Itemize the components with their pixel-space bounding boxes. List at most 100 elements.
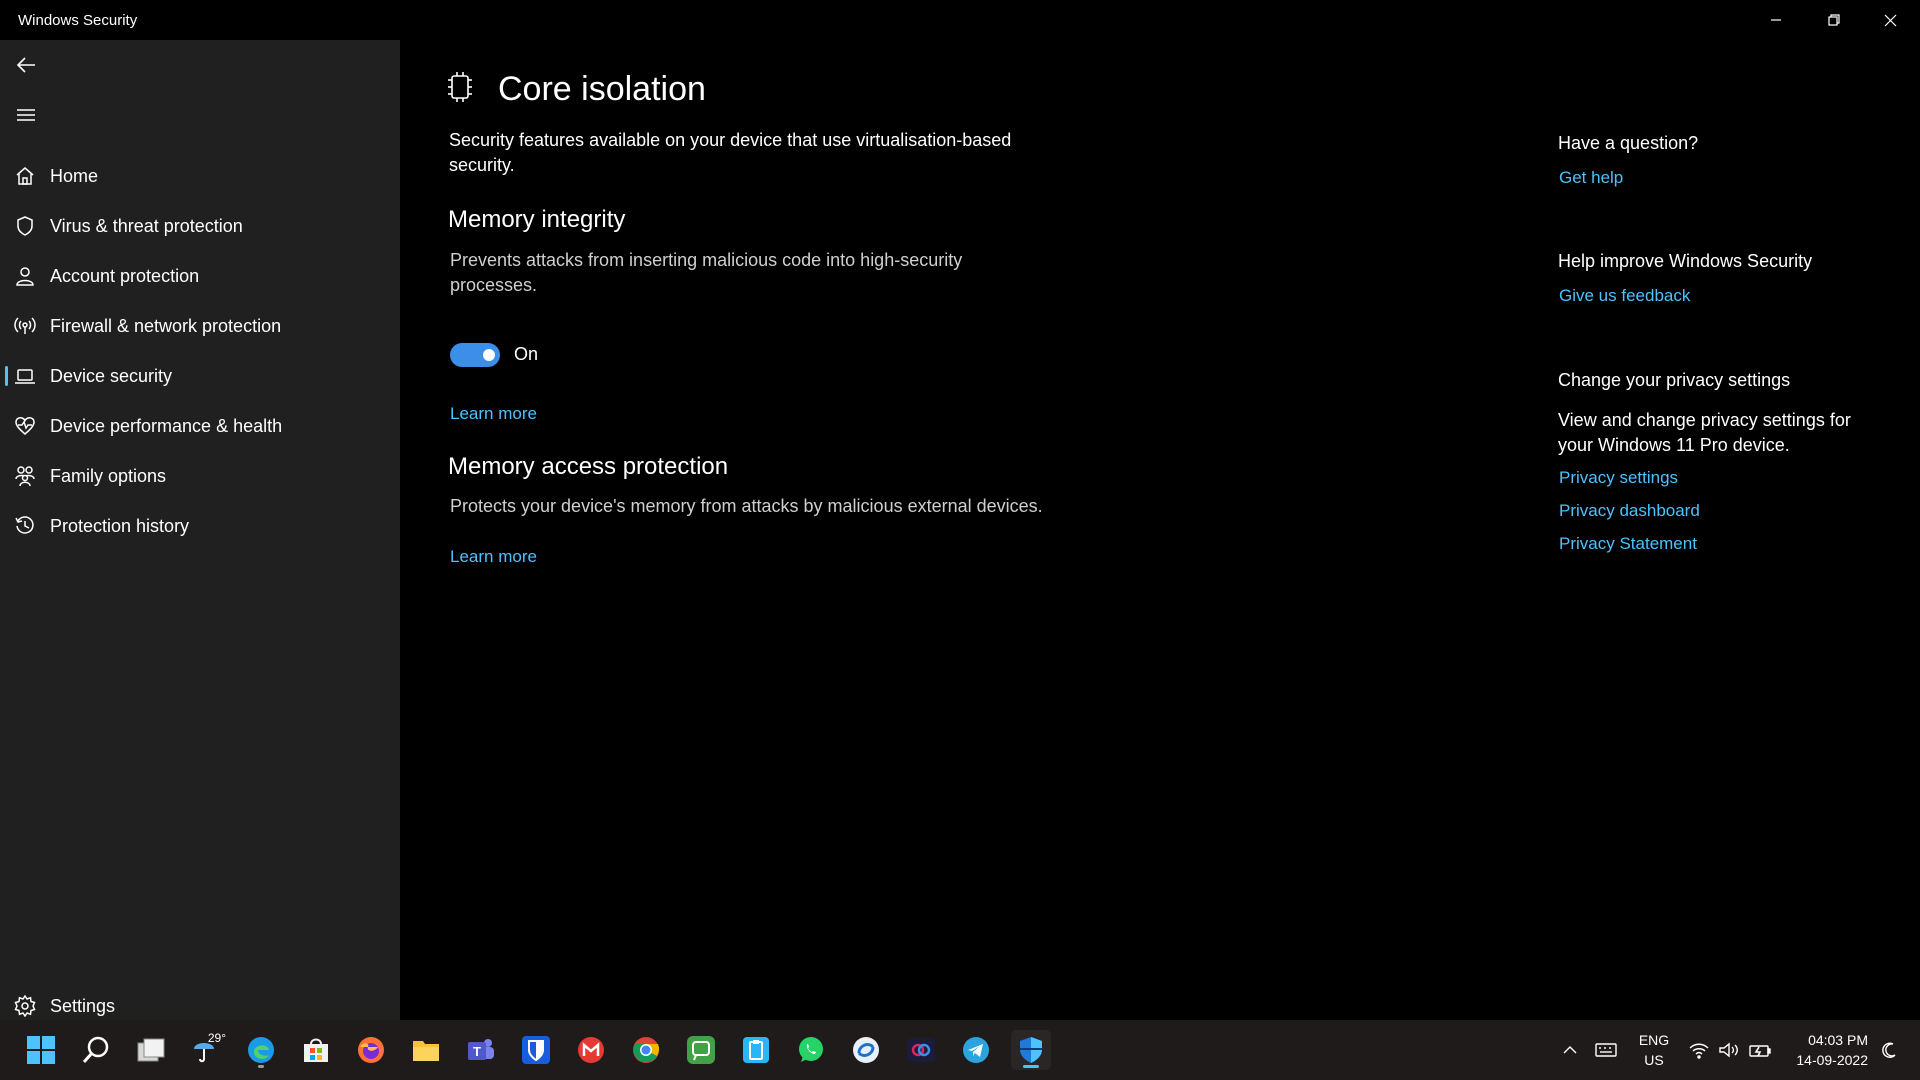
- memory-access-learn-more-link[interactable]: Learn more: [450, 547, 537, 567]
- taskbar-telegram[interactable]: [956, 1030, 996, 1070]
- taskbar-clipboard-app[interactable]: [736, 1030, 776, 1070]
- firefox-icon: [358, 1037, 384, 1063]
- sidebar-item-label: Account protection: [50, 265, 200, 286]
- close-button[interactable]: [1862, 0, 1918, 40]
- sidebar-item-label: Home: [50, 165, 99, 186]
- show-hidden-icons-button[interactable]: [1558, 1030, 1582, 1070]
- network-button[interactable]: [1686, 1030, 1712, 1070]
- restore-button[interactable]: [1806, 0, 1862, 40]
- sync-icon: [853, 1037, 879, 1063]
- settings-label: Settings: [50, 995, 116, 1016]
- home-icon: [14, 165, 36, 187]
- privacy-dashboard-link[interactable]: Privacy dashboard: [1559, 501, 1700, 521]
- sidebar-item-account[interactable]: Account protection: [0, 254, 400, 298]
- give-feedback-link[interactable]: Give us feedback: [1559, 286, 1690, 306]
- chip-icon: [448, 72, 472, 102]
- heart-pulse-icon: [14, 415, 36, 437]
- sidebar-item-virus-threat[interactable]: Virus & threat protection: [0, 204, 400, 248]
- sidebar-item-label: Firewall & network protection: [50, 315, 282, 336]
- keyboard-icon: [1595, 1043, 1617, 1057]
- sidebar-item-performance[interactable]: Device performance & health: [0, 404, 400, 448]
- windows-logo-icon: [27, 1036, 55, 1064]
- taskbar-firefox[interactable]: [351, 1030, 391, 1070]
- close-icon: [1884, 14, 1896, 26]
- page-description: Security features available on your devi…: [449, 130, 1012, 175]
- privacy-heading: Change your privacy settings: [1558, 370, 1791, 390]
- memory-access-description: Protects your device's memory from attac…: [450, 496, 1043, 516]
- sidebar-item-label: Family options: [50, 465, 167, 486]
- memory-integrity-toggle[interactable]: [450, 343, 500, 367]
- task-view-button[interactable]: [131, 1030, 171, 1070]
- weather-widget[interactable]: 29°: [186, 1030, 226, 1070]
- get-help-link[interactable]: Get help: [1559, 168, 1623, 188]
- page-title: Core isolation: [498, 70, 706, 108]
- window-title: Windows Security: [18, 12, 138, 29]
- sidebar-item-label: Protection history: [50, 515, 190, 536]
- laptop-icon: [14, 365, 36, 387]
- creative-cloud-icon: [907, 1038, 935, 1062]
- start-button[interactable]: [21, 1030, 61, 1070]
- privacy-statement-link[interactable]: Privacy Statement: [1559, 534, 1697, 554]
- antenna-icon: [14, 315, 36, 337]
- search-button[interactable]: [76, 1030, 116, 1070]
- edge-icon: [248, 1037, 274, 1063]
- sidebar-item-family[interactable]: Family options: [0, 454, 400, 498]
- taskbar-edge[interactable]: [241, 1030, 281, 1070]
- minimize-icon: [1771, 19, 1781, 21]
- taskbar-gmail[interactable]: [571, 1030, 611, 1070]
- taskbar-windows-security[interactable]: [1011, 1030, 1051, 1070]
- memory-integrity-learn-more-link[interactable]: Learn more: [450, 404, 537, 424]
- language-code: ENG: [1638, 1032, 1670, 1048]
- teams-icon: T: [468, 1039, 494, 1060]
- touch-keyboard-button[interactable]: [1592, 1030, 1620, 1070]
- search-icon: [82, 1036, 109, 1063]
- family-icon: [14, 465, 36, 487]
- battery-button[interactable]: [1746, 1030, 1774, 1070]
- sidebar-item-firewall[interactable]: Firewall & network protection: [0, 304, 400, 348]
- active-indicator: [1023, 1065, 1039, 1068]
- wifi-icon: [1689, 1043, 1709, 1059]
- chevron-up-icon: [1563, 1046, 1577, 1054]
- title-bar: Windows Security: [0, 0, 1920, 40]
- person-icon: [14, 265, 36, 287]
- taskbar-sync-app[interactable]: [846, 1030, 886, 1070]
- taskbar-chrome[interactable]: [626, 1030, 666, 1070]
- taskbar-file-explorer[interactable]: [406, 1030, 446, 1070]
- mail-icon: [578, 1037, 604, 1063]
- sidebar-item-label: Device performance & health: [50, 415, 283, 436]
- toggle-knob: [483, 349, 495, 361]
- volume-button[interactable]: [1716, 1030, 1742, 1070]
- whatsapp-icon: [799, 1037, 823, 1062]
- memory-integrity-description: Prevents attacks from inserting maliciou…: [450, 250, 963, 295]
- region-code: US: [1644, 1052, 1664, 1068]
- clock-time: 04:03 PM: [1808, 1032, 1868, 1048]
- menu-button[interactable]: [12, 101, 40, 129]
- back-button[interactable]: [12, 51, 40, 79]
- language-indicator[interactable]: ENG US: [1634, 1030, 1674, 1070]
- taskbar-bitwarden[interactable]: [516, 1030, 556, 1070]
- sidebar-item-device-security[interactable]: Device security: [0, 354, 400, 398]
- history-icon: [14, 515, 36, 537]
- clock[interactable]: 04:03 PM 14-09-2022: [1778, 1030, 1868, 1070]
- svg-text:T: T: [473, 1044, 481, 1059]
- taskbar-whatsapp[interactable]: [791, 1030, 831, 1070]
- privacy-settings-link[interactable]: Privacy settings: [1559, 468, 1678, 488]
- sidebar-item-label: Virus & threat protection: [50, 215, 243, 236]
- taskbar-creative-cloud[interactable]: [901, 1030, 941, 1070]
- task-view-icon: [137, 1038, 165, 1062]
- help-improve-heading: Help improve Windows Security: [1558, 251, 1813, 271]
- taskbar-teams[interactable]: T: [461, 1030, 501, 1070]
- sidebar: Home Virus & threat protection Account p…: [0, 40, 400, 1020]
- chat-icon: [687, 1036, 715, 1064]
- store-icon: [304, 1038, 328, 1062]
- notifications-button[interactable]: [1876, 1030, 1902, 1070]
- windows-security-shield-icon: [1020, 1037, 1042, 1063]
- memory-access-heading: Memory access protection: [448, 453, 729, 480]
- sidebar-item-history[interactable]: Protection history: [0, 504, 400, 548]
- sidebar-item-home[interactable]: Home: [0, 154, 400, 198]
- minimize-button[interactable]: [1748, 0, 1804, 40]
- taskbar-store[interactable]: [296, 1030, 336, 1070]
- folder-icon: [413, 1041, 439, 1061]
- taskbar-chat-app[interactable]: [681, 1030, 721, 1070]
- toggle-state-label: On: [514, 344, 539, 364]
